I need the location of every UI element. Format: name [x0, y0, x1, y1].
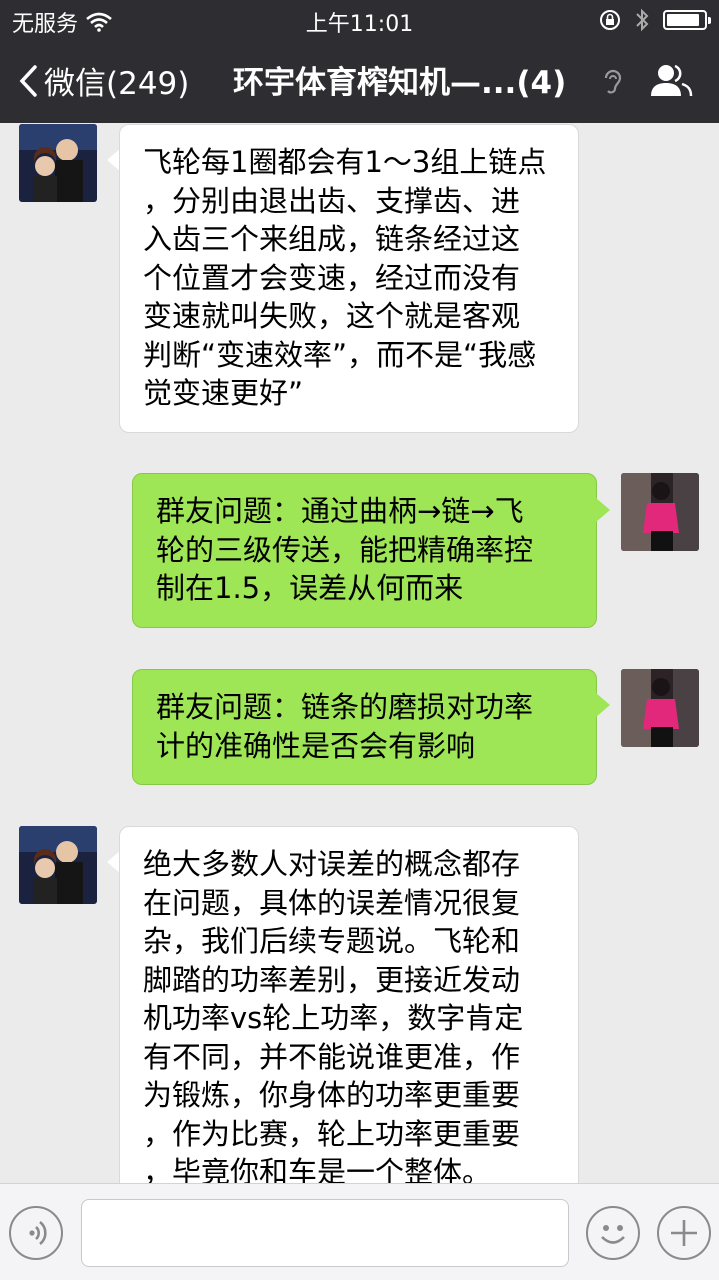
avatar[interactable] — [621, 669, 699, 747]
ear-icon — [604, 69, 622, 94]
avatar-photo-icon — [19, 124, 97, 202]
message-line: 判断“变速效率”，而不是“我感 — [143, 337, 537, 372]
voice-icon — [29, 1220, 47, 1246]
more-button[interactable] — [657, 1206, 711, 1260]
avatar-photo-icon — [621, 473, 699, 551]
avatar-photo-icon — [19, 826, 97, 904]
message-bubble[interactable]: 绝大多数人对误差的概念都存 在问题，具体的误差情况很复 杂，我们后续专题说。飞轮… — [119, 826, 579, 1183]
message-line: 群友问题：通过曲柄→链→飞 — [156, 494, 524, 528]
message-line: 制在1.5，误差从何而来 — [156, 571, 464, 605]
message-line: 有不同，并不能说谁更准，作 — [143, 1039, 521, 1074]
rotation-lock-icon — [600, 10, 620, 30]
status-right — [599, 8, 711, 32]
message-line: 飞轮每1圈都会有1～3组上链点 — [143, 145, 547, 179]
back-button[interactable]: 微信(249) — [18, 58, 189, 103]
voice-input-button[interactable] — [9, 1206, 63, 1260]
back-label: 微信(249) — [44, 66, 190, 102]
message-list[interactable]: 飞轮每1圈都会有1～3组上链点 ，分别由退出齿、支撑齿、进 入齿三个来组成，链条… — [0, 123, 719, 1183]
group-members-icon[interactable] — [649, 62, 693, 98]
bubble-tail — [596, 498, 610, 522]
battery-fill — [667, 14, 699, 26]
message-line: ，分别由退出齿、支撑齿、进 — [143, 183, 521, 218]
message-line: 杂，我们后续专题说。飞轮和 — [143, 924, 521, 958]
nav-bar: 微信(249) 环宇体育榨知机—...(4) — [0, 40, 719, 123]
message-line: ，毕竟你和车是一个整体。 — [143, 1155, 492, 1183]
message-line: 为锻炼，你身体的功率更重要 — [143, 1078, 521, 1112]
message-line: 在问题，具体的误差情况很复 — [143, 885, 521, 920]
top-bar: 无服务 上午11:01 微信(249) 环宇体育榨知机—...(4) — [0, 0, 719, 123]
message-line: 绝大多数人对误差的概念都存 — [143, 847, 521, 881]
avatar[interactable] — [621, 473, 699, 551]
avatar[interactable] — [19, 826, 97, 904]
bubble-tail — [596, 693, 610, 717]
avatar[interactable] — [19, 124, 97, 202]
message-bubble[interactable]: 群友问题：通过曲柄→链→飞 轮的三级传送，能把精确率控 制在1.5，误差从何而来 — [132, 473, 597, 628]
message-line: 个位置才会变速，经过而没有 — [143, 260, 521, 295]
emoji-button[interactable] — [586, 1206, 640, 1260]
message-bubble[interactable]: 群友问题：链条的磨损对功率 计的准确性是否会有影响 — [132, 669, 597, 785]
message-line: 变速就叫失败，这个就是客观 — [143, 299, 521, 333]
message-line: 脚踏的功率差别，更接近发动 — [143, 962, 521, 997]
battery-icon — [663, 10, 711, 30]
plus-icon — [671, 1220, 697, 1246]
status-bar: 无服务 上午11:01 — [0, 0, 719, 40]
avatar-photo-icon — [621, 669, 699, 747]
bluetooth-icon — [636, 8, 649, 32]
message-line: 机功率vs轮上功率，数字肯定 — [143, 1001, 524, 1035]
chevron-left-icon — [19, 64, 37, 97]
message-line: 入齿三个来组成，链条经过这 — [143, 222, 521, 256]
message-input[interactable] — [81, 1199, 569, 1267]
message-line: ，作为比赛，轮上功率更重要 — [143, 1116, 521, 1151]
wechat-chat-screen: 无服务 上午11:01 微信(249) 环宇体育榨知机—...(4) 飞轮每1圈… — [0, 0, 719, 1280]
message-line: 轮的三级传送，能把精确率控 — [156, 532, 534, 567]
message-line: 群友问题：链条的磨损对功率 — [156, 690, 534, 724]
message-bubble[interactable]: 飞轮每1圈都会有1～3组上链点 ，分别由退出齿、支撑齿、进 入齿三个来组成，链条… — [119, 124, 579, 433]
smiley-icon — [601, 1225, 625, 1244]
message-line: 觉变速更好” — [143, 376, 304, 410]
message-line: 计的准确性是否会有影响 — [156, 728, 476, 763]
input-bar — [0, 1183, 719, 1280]
chat-title: 环宇体育榨知机—...(4) — [233, 65, 567, 101]
